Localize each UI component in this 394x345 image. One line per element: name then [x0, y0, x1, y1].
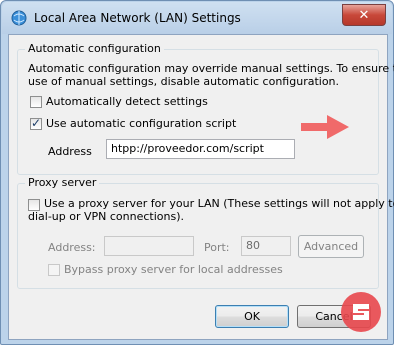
proxy-port-input[interactable]: 80: [241, 236, 291, 256]
close-icon: ✕: [358, 7, 370, 23]
use-auto-config-script-checkbox[interactable]: [30, 116, 42, 130]
automatic-configuration-group: Automatic configuration Automatic config…: [17, 42, 394, 175]
use-proxy-label-line1[interactable]: Use a proxy server for your LAN (These s…: [44, 197, 394, 210]
proxy-server-group: Proxy server Use a proxy server for your…: [17, 176, 394, 289]
auto-detect-checkbox[interactable]: [30, 96, 42, 108]
auto-detect-label[interactable]: Automatically detect settings: [46, 95, 208, 108]
title-bar[interactable]: Local Area Network (LAN) Settings ✕: [2, 2, 392, 34]
watermark-logo-icon: [341, 292, 381, 332]
window-title: Local Area Network (LAN) Settings: [34, 11, 241, 25]
script-address-label: Address: [48, 145, 92, 158]
auto-config-description-line1: Automatic configuration may override man…: [28, 62, 394, 75]
proxy-address-label: Address:: [48, 241, 96, 254]
automatic-configuration-legend: Automatic configuration: [25, 42, 164, 55]
dialog-body: Automatic configuration Automatic config…: [8, 34, 394, 340]
bypass-local-label[interactable]: Bypass proxy server for local addresses: [64, 263, 283, 276]
proxy-port-label: Port:: [204, 241, 230, 254]
proxy-server-legend: Proxy server: [25, 176, 100, 189]
use-auto-config-script-label[interactable]: Use automatic configuration script: [46, 117, 236, 130]
bypass-local-checkbox[interactable]: [48, 264, 60, 276]
internet-options-icon: [11, 10, 27, 26]
ok-button[interactable]: OK: [215, 305, 289, 328]
advanced-button-label: Advanced: [303, 240, 359, 253]
lan-settings-dialog: Local Area Network (LAN) Settings ✕ Auto…: [0, 0, 394, 345]
advanced-button[interactable]: Advanced: [298, 235, 364, 258]
annotation-arrow-icon: [301, 115, 349, 139]
use-proxy-label-line2[interactable]: dial-up or VPN connections).: [28, 210, 184, 223]
ok-button-label: OK: [244, 310, 260, 323]
script-address-input[interactable]: htpp://proveedor.com/script: [106, 139, 295, 159]
close-button[interactable]: ✕: [342, 4, 386, 26]
proxy-address-input[interactable]: [104, 236, 194, 256]
auto-config-description-line2: use of manual settings, disable automati…: [28, 75, 340, 88]
